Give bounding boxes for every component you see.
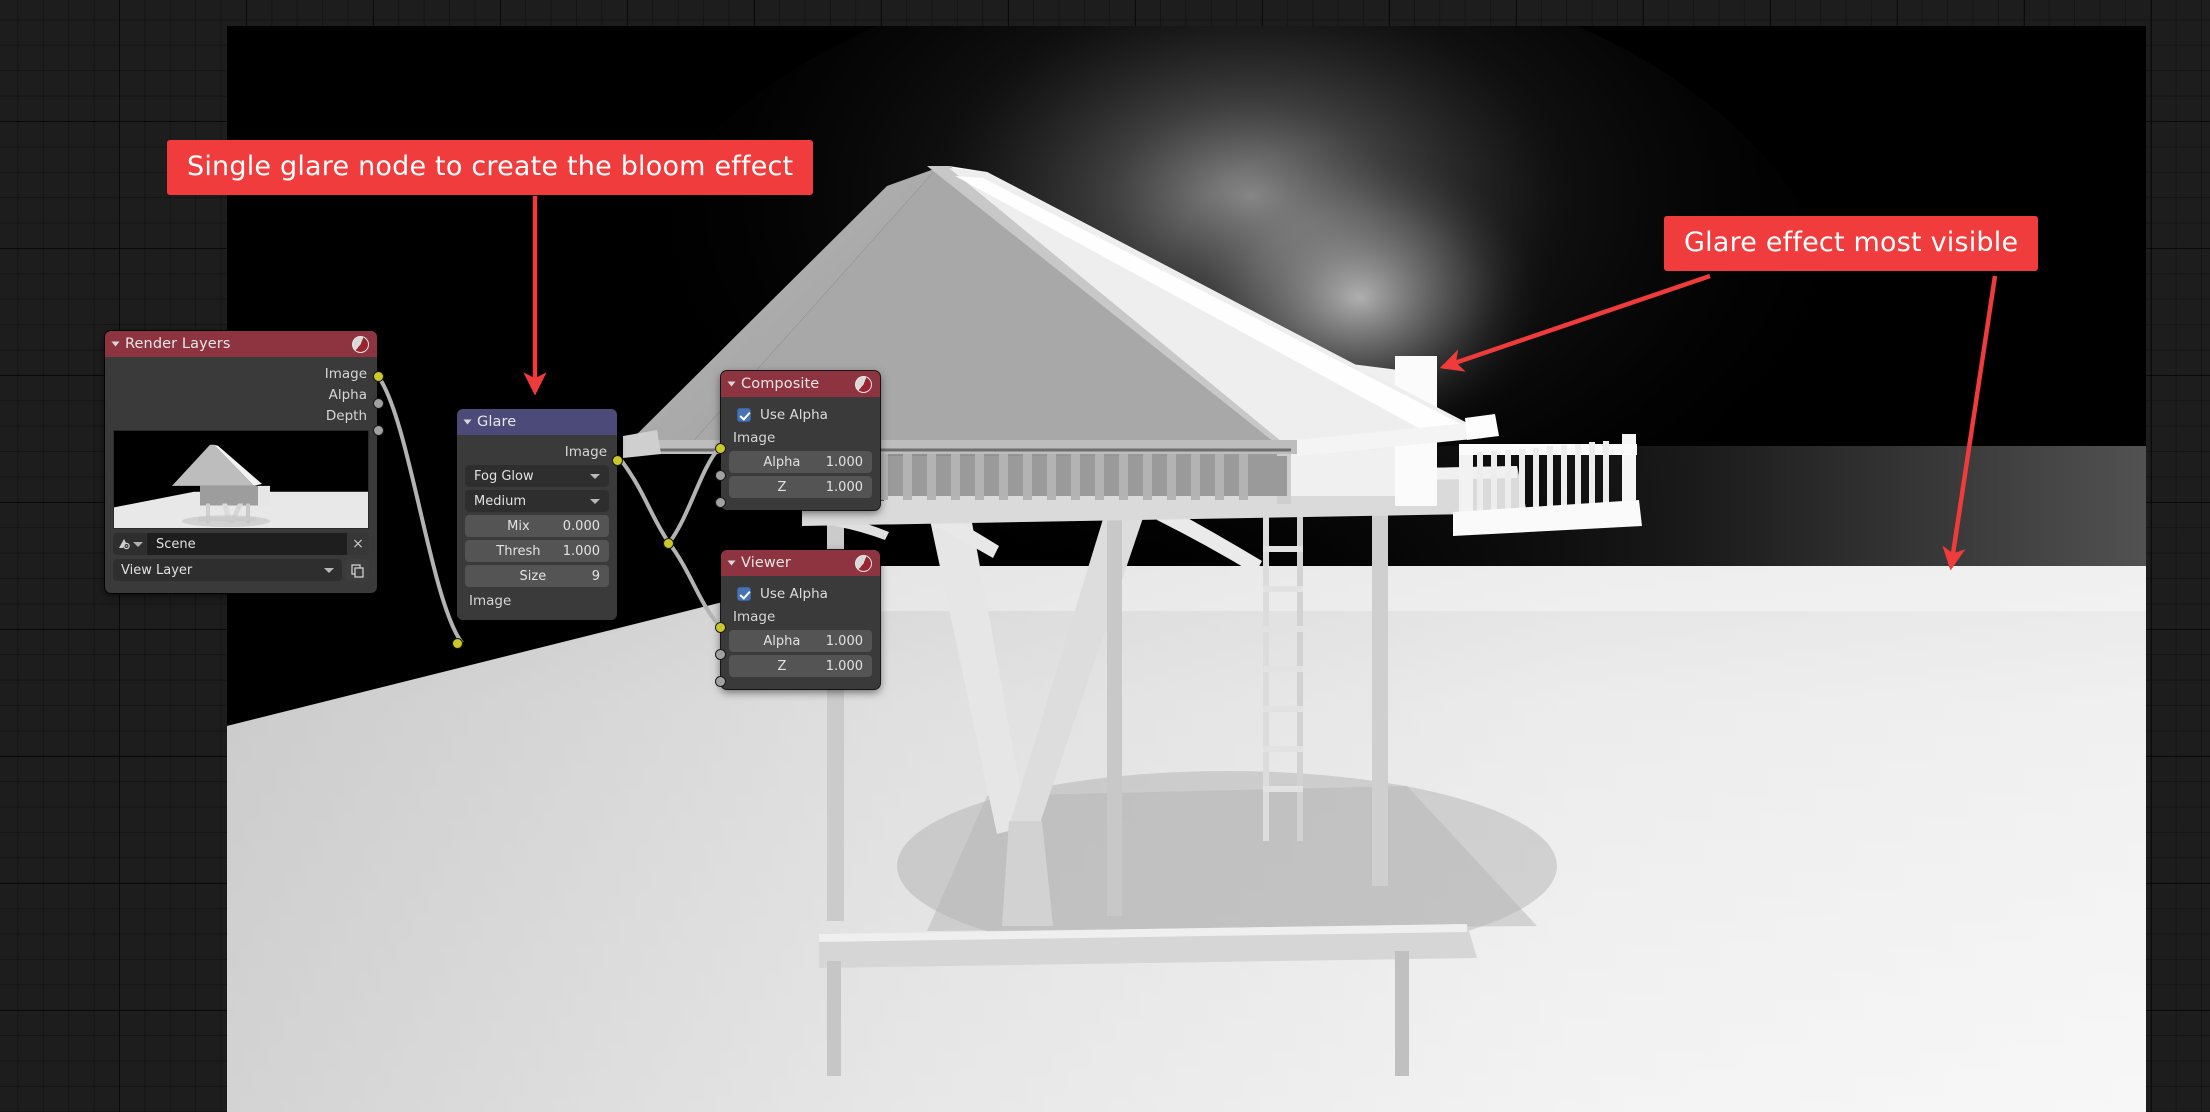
glare-quality-dropdown[interactable]: Medium xyxy=(465,490,609,512)
field-value: 1.000 xyxy=(825,479,863,495)
socket-glare-image-out[interactable] xyxy=(612,455,623,466)
field-value: 1.000 xyxy=(825,658,863,674)
output-row-depth[interactable]: Depth xyxy=(105,405,377,426)
preview-svg xyxy=(114,431,368,528)
field-value: 1.000 xyxy=(825,454,863,470)
chevron-down-icon xyxy=(590,498,600,504)
collapse-triangle-icon[interactable] xyxy=(463,419,472,425)
output-label: Image xyxy=(564,443,607,460)
chevron-down-icon xyxy=(590,473,600,479)
input-row-image[interactable]: Image xyxy=(457,590,617,611)
scene-sphere-icon xyxy=(855,554,872,572)
output-row-alpha[interactable]: Alpha xyxy=(105,384,377,405)
output-row-image[interactable]: Image xyxy=(105,363,377,384)
render-preview-thumbnail xyxy=(113,430,369,529)
node-body: Image Fog Glow Medium Mix 0.000 Thresh 1… xyxy=(457,435,617,620)
new-viewlayer-icon[interactable] xyxy=(345,559,369,581)
field-label: Mix xyxy=(507,518,530,534)
use-alpha-label: Use Alpha xyxy=(760,586,828,602)
copy-glyph-icon xyxy=(350,563,364,578)
composite-z-field[interactable]: Z 1.000 xyxy=(729,476,872,498)
collapse-triangle-icon[interactable] xyxy=(111,341,120,347)
input-row-image[interactable]: Image xyxy=(721,606,880,627)
field-value: 1.000 xyxy=(825,633,863,649)
node-glare[interactable]: Glare Image Fog Glow Medium Mix 0.000 Th… xyxy=(457,409,617,620)
output-label: Image xyxy=(324,365,367,382)
socket-glare-image-in[interactable] xyxy=(452,638,463,649)
scene-icon[interactable] xyxy=(113,533,147,555)
glare-type-value: Fog Glow xyxy=(474,468,534,484)
socket-renderlayers-image-out[interactable] xyxy=(373,371,384,382)
use-alpha-checkbox[interactable] xyxy=(737,587,751,601)
chevron-down-icon xyxy=(324,567,334,573)
scene-sphere-icon xyxy=(352,335,369,353)
node-body: Image Alpha Depth Scene × View Layer xyxy=(105,357,377,593)
input-row-image[interactable]: Image xyxy=(721,427,880,448)
socket-viewer-z-in[interactable] xyxy=(715,676,726,687)
socket-composite-z-in[interactable] xyxy=(715,497,726,508)
node-title: Glare xyxy=(477,414,517,430)
scene-glyph-icon xyxy=(119,539,130,550)
annotation-label-glare-visible: Glare effect most visible xyxy=(1664,216,2039,271)
glare-mix-field[interactable]: Mix 0.000 xyxy=(465,515,609,537)
input-label: Image xyxy=(733,608,776,625)
use-alpha-label: Use Alpha xyxy=(760,407,828,423)
node-header[interactable]: Composite xyxy=(721,371,880,397)
field-label: Alpha xyxy=(763,633,801,649)
field-value: 9 xyxy=(591,568,600,584)
socket-viewer-alpha-in[interactable] xyxy=(715,649,726,660)
field-value: 0.000 xyxy=(562,518,600,534)
glare-quality-value: Medium xyxy=(474,493,526,509)
scene-name-field[interactable]: Scene xyxy=(147,533,347,555)
node-header[interactable]: Glare xyxy=(457,409,617,435)
field-label: Thresh xyxy=(496,543,541,559)
glare-threshold-field[interactable]: Thresh 1.000 xyxy=(465,540,609,562)
output-label: Depth xyxy=(325,407,367,424)
field-label: Size xyxy=(519,568,547,584)
node-header[interactable]: Render Layers xyxy=(105,331,377,357)
socket-composite-image-in[interactable] xyxy=(715,443,726,454)
viewer-alpha-field[interactable]: Alpha 1.000 xyxy=(729,630,872,652)
field-value: 1.000 xyxy=(562,543,600,559)
socket-renderlayers-depth-out[interactable] xyxy=(373,425,384,436)
node-viewer[interactable]: Viewer Use Alpha Image Alpha 1.000 Z 1.0… xyxy=(721,550,880,689)
node-title: Viewer xyxy=(741,555,791,571)
node-body: Use Alpha Image Alpha 1.000 Z 1.000 xyxy=(721,576,880,689)
scene-sphere-icon xyxy=(855,375,872,393)
use-alpha-checkbox[interactable] xyxy=(737,408,751,422)
node-title: Composite xyxy=(741,376,820,392)
view-layer-field[interactable]: View Layer xyxy=(113,559,342,581)
node-body: Use Alpha Image Alpha 1.000 Z 1.000 xyxy=(721,397,880,510)
collapse-triangle-icon[interactable] xyxy=(727,381,736,387)
composite-alpha-field[interactable]: Alpha 1.000 xyxy=(729,451,872,473)
socket-renderlayers-alpha-out[interactable] xyxy=(373,398,384,409)
field-label: Z xyxy=(777,479,787,495)
field-label: Alpha xyxy=(763,454,801,470)
glare-type-dropdown[interactable]: Fog Glow xyxy=(465,465,609,487)
node-render-layers[interactable]: Render Layers Image Alpha Depth Scene × … xyxy=(105,331,377,593)
collapse-triangle-icon[interactable] xyxy=(727,560,736,566)
socket-viewer-image-in[interactable] xyxy=(715,622,726,633)
reroute-junction[interactable] xyxy=(663,538,674,549)
scene-selector-row[interactable]: Scene × xyxy=(113,533,369,555)
node-composite[interactable]: Composite Use Alpha Image Alpha 1.000 Z … xyxy=(721,371,880,510)
input-label: Image xyxy=(469,592,512,609)
socket-composite-alpha-in[interactable] xyxy=(715,470,726,481)
output-label: Alpha xyxy=(328,386,367,403)
view-layer-value: View Layer xyxy=(121,562,193,578)
annotation-label-glare-node: Single glare node to create the bloom ef… xyxy=(167,140,814,195)
clear-scene-button[interactable]: × xyxy=(347,533,369,555)
glare-size-field[interactable]: Size 9 xyxy=(465,565,609,587)
field-label: Z xyxy=(777,658,787,674)
output-row-image[interactable]: Image xyxy=(457,441,617,462)
use-alpha-row[interactable]: Use Alpha xyxy=(721,582,880,606)
node-header[interactable]: Viewer xyxy=(721,550,880,576)
input-label: Image xyxy=(733,429,776,446)
use-alpha-row[interactable]: Use Alpha xyxy=(721,403,880,427)
chevron-down-icon xyxy=(133,541,143,547)
node-title: Render Layers xyxy=(125,336,231,352)
viewer-z-field[interactable]: Z 1.000 xyxy=(729,655,872,677)
view-layer-row[interactable]: View Layer xyxy=(113,559,369,581)
